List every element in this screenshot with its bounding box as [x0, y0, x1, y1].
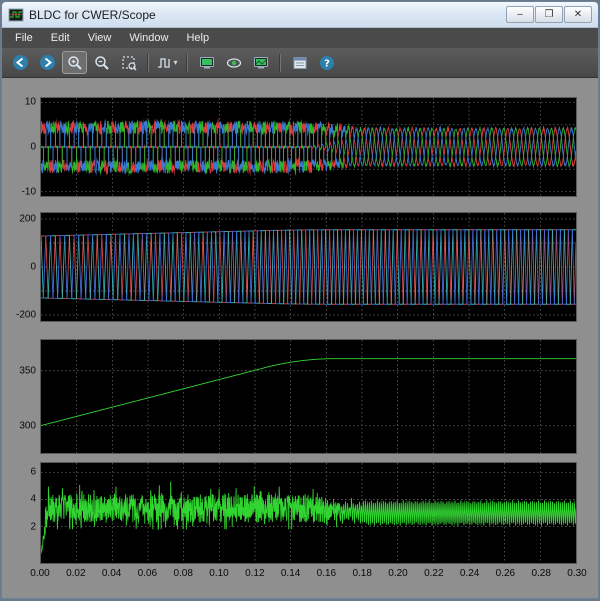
- x-tick-label: 0.10: [209, 568, 228, 579]
- scope-app-icon: [8, 7, 24, 23]
- scope-plot-stator-currents: 100-10: [40, 97, 577, 197]
- signal-display-button[interactable]: [194, 51, 219, 74]
- y-tick-label: 0: [2, 142, 36, 153]
- x-tick-label: 0.12: [245, 568, 264, 579]
- y-tick-label: 200: [2, 214, 36, 225]
- minimize-button[interactable]: –: [506, 6, 534, 23]
- scope-window: BLDC for CWER/Scope – ❐ ✕ File Edit View…: [1, 1, 599, 599]
- title-bar: BLDC for CWER/Scope – ❐ ✕: [2, 2, 598, 28]
- menu-edit[interactable]: Edit: [42, 30, 79, 46]
- rotor-speed-canvas[interactable]: [41, 340, 576, 453]
- x-tick-label: 0.20: [388, 568, 407, 579]
- svg-text:?: ?: [324, 58, 330, 69]
- menu-file[interactable]: File: [6, 30, 42, 46]
- zoom-fit-button[interactable]: [116, 51, 141, 74]
- menu-bar: File Edit View Window Help: [2, 28, 598, 48]
- stator-currents-canvas[interactable]: [41, 98, 576, 196]
- y-tick-label: -200: [2, 310, 36, 321]
- y-tick-label: 350: [2, 365, 36, 376]
- y-tick-label: 6: [2, 467, 36, 478]
- help-button[interactable]: ?: [314, 51, 339, 74]
- y-tick-label: 10: [2, 97, 36, 108]
- close-button[interactable]: ✕: [564, 6, 592, 23]
- x-tick-label: 0.18: [352, 568, 371, 579]
- y-tick-label: 4: [2, 494, 36, 505]
- scope-plot-back-emf: 2000-200: [40, 212, 577, 322]
- torque-canvas[interactable]: [41, 463, 576, 563]
- y-tick-label: 0: [2, 262, 36, 273]
- menu-window[interactable]: Window: [120, 30, 177, 46]
- scope-plot-rotor-speed: 350300: [40, 339, 577, 454]
- x-tick-label: 0.16: [317, 568, 336, 579]
- x-tick-label: 0.30: [567, 568, 586, 579]
- x-tick-label: 0.08: [173, 568, 192, 579]
- zoom-out-button[interactable]: [89, 51, 114, 74]
- x-tick-label: 0.24: [460, 568, 479, 579]
- x-tick-label: 0.14: [281, 568, 300, 579]
- menu-help[interactable]: Help: [177, 30, 218, 46]
- window-controls: – ❐ ✕: [506, 6, 592, 23]
- time-axis-labels: 0.000.020.040.060.080.100.120.140.160.18…: [40, 568, 577, 582]
- x-tick-label: 0.06: [138, 568, 157, 579]
- back-emf-canvas[interactable]: [41, 213, 576, 321]
- scope-plot-region: 100-10 2000-200 350300 642 0.000.020.040…: [2, 78, 598, 598]
- toolbar-separator: [279, 54, 281, 72]
- capture-display-button[interactable]: [248, 51, 273, 74]
- y-tick-label: -10: [2, 186, 36, 197]
- menu-view[interactable]: View: [79, 30, 121, 46]
- back-button[interactable]: [8, 51, 33, 74]
- x-tick-label: 0.22: [424, 568, 443, 579]
- forward-button[interactable]: [35, 51, 60, 74]
- properties-button[interactable]: [287, 51, 312, 74]
- scope-plot-torque: 642: [40, 462, 577, 564]
- chevron-down-icon: ▾: [173, 58, 177, 67]
- toolbar-separator: [186, 54, 188, 72]
- x-tick-label: 0.04: [102, 568, 121, 579]
- y-tick-label: 2: [2, 521, 36, 532]
- window-title: BLDC for CWER/Scope: [29, 8, 156, 22]
- toolbar-separator: [147, 54, 149, 72]
- x-tick-label: 0.02: [66, 568, 85, 579]
- cursor-measurements-button[interactable]: ▾: [155, 51, 180, 74]
- y-tick-label: 300: [2, 420, 36, 431]
- zoom-in-button[interactable]: [62, 51, 87, 74]
- toolbar: ▾ ?: [2, 48, 598, 78]
- x-tick-label: 0.00: [30, 568, 49, 579]
- maximize-button[interactable]: ❐: [535, 6, 563, 23]
- signal-highlight-button[interactable]: [221, 51, 246, 74]
- x-tick-label: 0.26: [496, 568, 515, 579]
- x-tick-label: 0.28: [531, 568, 550, 579]
